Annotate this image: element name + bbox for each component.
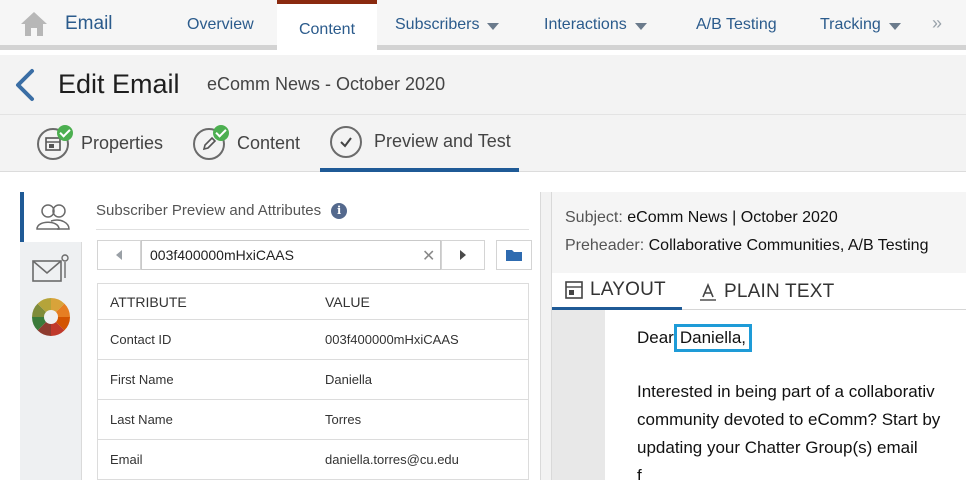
top-navigation: Email Overview Content Subscribers Inter… [0,0,966,55]
tab-label: Subscribers [395,16,480,33]
greeting: Dear Daniella, [637,324,753,352]
subscriber-preview-panel: Subscriber Preview and Attributes i ✕ AT… [82,192,540,480]
clear-icon[interactable]: ✕ [422,246,435,266]
chevron-down-icon [888,22,901,30]
view-mode-tabs: LAYOUT PLAIN TEXT [552,273,966,310]
folder-button[interactable] [496,240,532,270]
preheader-value: Collaborative Communities, A/B Testing [648,237,929,254]
value-cell: Daniella [325,372,372,387]
body-line: f [637,466,642,480]
previous-subscriber-button[interactable] [97,240,141,270]
tab-overview[interactable]: Overview [187,0,254,50]
chevron-down-icon [487,22,500,30]
tab-label: A/B Testing [696,16,777,33]
folder-icon [506,250,522,261]
checkmark-circle-icon [330,125,362,158]
personalization-highlight[interactable]: Daniella, [673,324,753,352]
tab-label: Interactions [544,16,627,33]
pencil-icon [193,124,229,160]
attributes-table: ATTRIBUTE VALUE Contact ID 003f400000mHx… [97,283,529,480]
tab-label: Tracking [820,16,881,33]
preview-side-rail [20,192,82,480]
app-name[interactable]: Email [65,13,113,35]
attribute-cell: Contact ID [110,332,172,347]
next-subscriber-button[interactable] [441,240,485,270]
attribute-cell: Email [110,452,143,467]
subscriber-search-input[interactable] [141,240,441,270]
subscribers-icon[interactable] [20,192,82,242]
body-line: Interested in being part of a collaborat… [637,382,935,401]
table-row: Contact ID 003f400000mHxiCAAS [98,320,528,360]
value-cell: 003f400000mHxiCAAS [325,332,459,347]
body-line: community devoted to eComm? Start by [637,410,941,429]
step-content[interactable]: Content [193,115,300,172]
text-icon [700,282,716,301]
step-bar: Properties Content Preview and Test [0,115,966,172]
layout-icon [565,281,583,299]
table-row: First Name Daniella [98,360,528,400]
preheader-label: Preheader: [565,237,645,254]
color-wheel-icon[interactable] [20,292,82,342]
email-paragraph: Interested in being part of a collaborat… [637,378,966,480]
tab-label: PLAIN TEXT [724,280,835,302]
divider [96,229,529,230]
tab-label: LAYOUT [590,279,666,300]
body-line: updating your Chatter Group(s) email [637,438,918,457]
value-cell: Torres [325,412,362,427]
tab-label: Overview [187,16,254,33]
subject-value: eComm News | October 2020 [627,209,838,226]
chevron-left-icon [116,250,122,260]
more-tabs-icon[interactable]: » [932,13,942,34]
tab-layout[interactable]: LAYOUT [552,273,682,310]
value-cell: daniella.torres@cu.edu [325,452,459,467]
test-send-envelope-icon[interactable] [20,244,82,294]
panel-heading: Subscriber Preview and Attributes i [96,202,348,219]
page-title: Edit Email [58,69,180,99]
column-header-value: VALUE [325,293,370,310]
step-label: Properties [81,133,164,153]
tab-ab-testing[interactable]: A/B Testing [696,0,777,50]
subject-line: Subject: eComm News | October 2020 [565,209,838,227]
step-label: Content [237,133,301,153]
step-properties[interactable]: Properties [37,115,163,172]
canvas-gutter [552,310,605,480]
greeting-prefix: Dear [637,328,674,347]
column-header-attribute: ATTRIBUTE [110,293,187,310]
subject-label: Subject: [565,209,623,226]
step-preview-and-test[interactable]: Preview and Test [320,115,519,172]
table-row: Last Name Torres [98,400,528,440]
table-row: Email daniella.torres@cu.edu [98,440,528,480]
attribute-cell: Last Name [110,412,173,427]
email-body: Dear Daniella, Interested in being part … [605,310,966,480]
tab-tracking[interactable]: Tracking [820,0,901,50]
table-header: ATTRIBUTE VALUE [98,284,528,320]
properties-icon [37,124,73,160]
panel-title: Subscriber Preview and Attributes [96,202,322,219]
chevron-down-icon [634,22,647,30]
tab-plain-text[interactable]: PLAIN TEXT [699,273,834,310]
tab-subscribers[interactable]: Subscribers [395,0,500,50]
panel-resize-handle[interactable] [540,192,552,480]
checkmark-icon [57,124,73,141]
checkmark-icon [213,124,229,141]
email-name: eComm News - October 2020 [207,74,446,94]
info-icon[interactable]: i [331,202,348,219]
preheader-line: Preheader: Collaborative Communities, A/… [565,237,928,255]
chevron-right-icon [460,250,466,260]
attribute-cell: First Name [110,372,174,387]
tab-label: Content [298,20,356,38]
email-preview-panel: Subject: eComm News | October 2020 Prehe… [552,192,966,480]
back-arrow-icon[interactable] [12,68,38,102]
step-label: Preview and Test [374,131,511,151]
home-icon[interactable] [19,9,49,39]
page-header: Edit Email eComm News - October 2020 [0,55,966,115]
tab-interactions[interactable]: Interactions [544,0,647,50]
tab-content[interactable]: Content [277,0,377,55]
